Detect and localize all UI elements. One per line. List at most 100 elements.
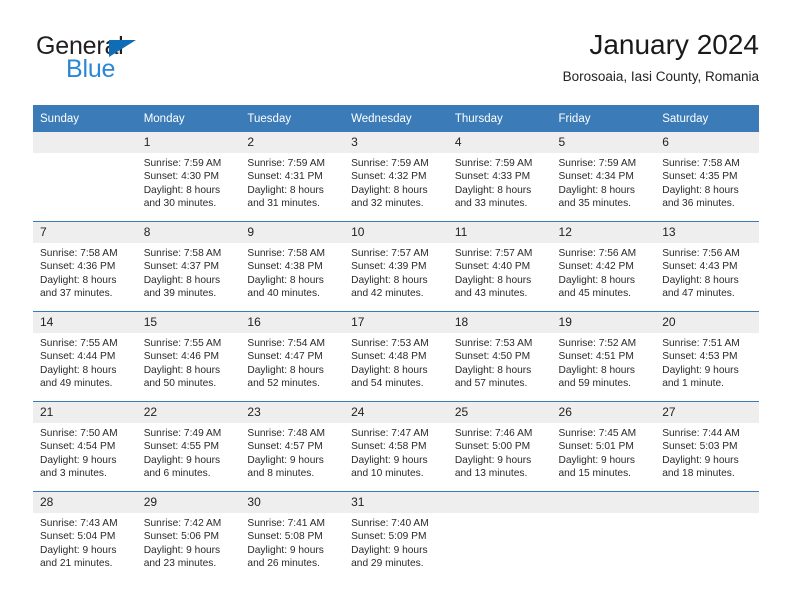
daylight-text: Daylight: 9 hours and 21 minutes. [40,544,117,570]
day-number: 1 [136,132,241,153]
calendar-day-cell[interactable]: 11 Sunrise: 7:57 AM Sunset: 4:40 PM Dayligh… [447,221,552,312]
calendar-day-cell[interactable]: 17 Sunrise: 7:53 AM Sunset: 4:48 PM Dayligh… [344,311,448,402]
daylight-text: Daylight: 8 hours and 47 minutes. [662,274,739,300]
sunrise-text: Sunrise: 7:48 AM [247,428,325,439]
calendar-day-cell[interactable]: 22 Sunrise: 7:49 AM Sunset: 4:55 PM Dayligh… [136,401,241,492]
daylight-text: Daylight: 8 hours and 39 minutes. [143,274,221,300]
sunset-text: Sunset: 5:06 PM [143,531,220,543]
calendar-day-cell[interactable]: 27 Sunrise: 7:44 AM Sunset: 5:03 PM Dayligh… [655,401,759,492]
calendar-day-cell[interactable]: 2 Sunrise: 7:59 AM Sunset: 4:31 PM Daylight… [240,132,345,222]
calendar-day-cell[interactable]: 12 Sunrise: 7:56 AM Sunset: 4:42 PM Dayligh… [551,221,656,312]
sunrise-text: Sunrise: 7:51 AM [662,338,740,349]
day-details: Sunrise: 7:58 AM Sunset: 4:35 PM Daylight:… [655,153,759,211]
sunset-text: Sunset: 4:42 PM [558,261,634,273]
day-details: Sunrise: 7:53 AM Sunset: 4:50 PM Daylight:… [448,333,552,391]
calendar-day-cell[interactable]: 28 Sunrise: 7:43 AM Sunset: 5:04 PM Dayligh… [33,491,137,581]
day-number: 8 [136,222,241,243]
calendar-day-cell[interactable]: 30 Sunrise: 7:41 AM Sunset: 5:08 PM Dayligh… [240,491,345,581]
calendar-day-cell[interactable]: 14 Sunrise: 7:55 AM Sunset: 4:44 PM Dayligh… [33,311,137,402]
daylight-text: Daylight: 9 hours and 3 minutes. [40,454,117,480]
weekday-saturday: Saturday [655,105,759,132]
calendar-day-cell[interactable]: 7 Sunrise: 7:58 AM Sunset: 4:36 PM Daylight… [33,221,137,312]
calendar-day-cell[interactable]: 16 Sunrise: 7:54 AM Sunset: 4:47 PM Dayligh… [240,311,345,402]
day-number: 6 [655,132,759,153]
calendar-day-cell[interactable]: 20 Sunrise: 7:51 AM Sunset: 4:53 PM Dayligh… [655,311,759,402]
calendar-day-cell[interactable]: 5 Sunrise: 7:59 AM Sunset: 4:34 PM Daylight… [551,132,656,222]
sunset-text: Sunset: 4:48 PM [351,351,427,363]
day-details: Sunrise: 7:46 AM Sunset: 5:00 PM Daylight:… [448,423,552,481]
day-number: 7 [33,222,137,243]
calendar-body: 1 Sunrise: 7:59 AM Sunset: 4:30 PM Daylight… [33,132,759,581]
sunrise-text: Sunrise: 7:42 AM [143,518,222,529]
day-number [447,492,552,513]
day-details: Sunrise: 7:58 AM Sunset: 4:37 PM Daylight:… [137,243,241,301]
calendar-day-cell[interactable]: 1 Sunrise: 7:59 AM Sunset: 4:30 PM Daylight… [136,132,241,222]
sunrise-text: Sunrise: 7:45 AM [558,428,637,439]
daylight-text: Daylight: 8 hours and 40 minutes. [247,274,324,300]
sunrise-text: Sunrise: 7:53 AM [351,338,429,349]
sunrise-text: Sunrise: 7:41 AM [247,518,325,529]
calendar-day-cell[interactable]: 25 Sunrise: 7:46 AM Sunset: 5:00 PM Dayligh… [447,401,552,492]
calendar-day-cell[interactable]: 10 Sunrise: 7:57 AM Sunset: 4:39 PM Dayligh… [344,221,448,312]
sunrise-text: Sunrise: 7:55 AM [143,338,222,349]
sunrise-text: Sunrise: 7:58 AM [143,248,222,259]
day-number [551,492,656,513]
daylight-text: Daylight: 8 hours and 57 minutes. [454,364,532,390]
calendar-day-cell[interactable]: 24 Sunrise: 7:47 AM Sunset: 4:58 PM Dayligh… [344,401,448,492]
daylight-text: Daylight: 9 hours and 26 minutes. [247,544,324,570]
sunset-text: Sunset: 5:09 PM [351,531,427,543]
day-number: 14 [33,312,137,333]
daylight-text: Daylight: 8 hours and 50 minutes. [143,364,221,390]
sunrise-text: Sunrise: 7:58 AM [40,248,118,259]
calendar-day-cell[interactable]: 9 Sunrise: 7:58 AM Sunset: 4:38 PM Daylight… [240,221,345,312]
calendar-day-cell[interactable]: 3 Sunrise: 7:59 AM Sunset: 4:32 PM Daylight… [344,132,448,222]
day-details: Sunrise: 7:56 AM Sunset: 4:42 PM Daylight:… [552,243,656,301]
sunset-text: Sunset: 5:03 PM [662,441,738,453]
calendar-day-cell[interactable]: 18 Sunrise: 7:53 AM Sunset: 4:50 PM Dayligh… [447,311,552,402]
calendar-day-cell-empty [551,491,656,581]
sunset-text: Sunset: 4:57 PM [247,441,323,453]
calendar-day-cell[interactable]: 19 Sunrise: 7:52 AM Sunset: 4:51 PM Dayligh… [551,311,656,402]
weekday-header: Sunday Monday Tuesday Wednesday Thursday… [33,105,759,132]
calendar-day-cell-empty [655,491,759,581]
day-details: Sunrise: 7:53 AM Sunset: 4:48 PM Daylight:… [344,333,448,391]
calendar-day-cell[interactable]: 23 Sunrise: 7:48 AM Sunset: 4:57 PM Dayligh… [240,401,345,492]
day-details: Sunrise: 7:59 AM Sunset: 4:33 PM Daylight:… [448,153,552,211]
daylight-text: Daylight: 9 hours and 15 minutes. [558,454,635,480]
daylight-text: Daylight: 9 hours and 23 minutes. [143,544,221,570]
calendar-day-cell[interactable]: 31 Sunrise: 7:40 AM Sunset: 5:09 PM Dayligh… [344,491,448,581]
daylight-text: Daylight: 8 hours and 42 minutes. [351,274,428,300]
sunrise-text: Sunrise: 7:57 AM [454,248,533,259]
sunrise-text: Sunrise: 7:56 AM [662,248,740,259]
day-number: 22 [136,402,241,423]
calendar-week-row: 21 Sunrise: 7:50 AM Sunset: 4:54 PM Dayligh… [33,401,759,492]
calendar-day-cell[interactable]: 21 Sunrise: 7:50 AM Sunset: 4:54 PM Dayligh… [33,401,137,492]
calendar-day-cell[interactable]: 6 Sunrise: 7:58 AM Sunset: 4:35 PM Daylight… [655,132,759,222]
daylight-text: Daylight: 8 hours and 54 minutes. [351,364,428,390]
day-number: 15 [136,312,241,333]
day-details: Sunrise: 7:58 AM Sunset: 4:38 PM Daylight:… [240,243,344,301]
daylight-text: Daylight: 8 hours and 37 minutes. [40,274,117,300]
sunrise-text: Sunrise: 7:47 AM [351,428,429,439]
calendar-day-cell[interactable]: 26 Sunrise: 7:45 AM Sunset: 5:01 PM Dayligh… [551,401,656,492]
daylight-text: Daylight: 8 hours and 43 minutes. [454,274,532,300]
day-details: Sunrise: 7:58 AM Sunset: 4:36 PM Daylight:… [33,243,137,301]
calendar-day-cell[interactable]: 4 Sunrise: 7:59 AM Sunset: 4:33 PM Daylight… [447,132,552,222]
calendar-day-cell[interactable]: 8 Sunrise: 7:58 AM Sunset: 4:37 PM Daylight… [136,221,241,312]
sunrise-text: Sunrise: 7:59 AM [351,158,429,169]
calendar-day-cell[interactable]: 15 Sunrise: 7:55 AM Sunset: 4:46 PM Dayligh… [136,311,241,402]
sunset-text: Sunset: 4:33 PM [454,171,531,183]
sunrise-text: Sunrise: 7:57 AM [351,248,429,259]
day-details: Sunrise: 7:47 AM Sunset: 4:58 PM Daylight:… [344,423,448,481]
daylight-text: Daylight: 8 hours and 30 minutes. [143,184,221,210]
sunset-text: Sunset: 4:46 PM [143,351,220,363]
page-subtitle: Borosoaia, Iasi County, Romania [562,69,759,84]
day-number: 3 [344,132,448,153]
sunrise-text: Sunrise: 7:58 AM [247,248,325,259]
general-blue-logo: General Blue [36,33,256,89]
calendar-day-cell[interactable]: 29 Sunrise: 7:42 AM Sunset: 5:06 PM Dayligh… [136,491,241,581]
calendar-day-cell[interactable]: 13 Sunrise: 7:56 AM Sunset: 4:43 PM Dayligh… [655,221,759,312]
page-title: January 2024 [589,29,759,60]
daylight-text: Daylight: 8 hours and 33 minutes. [454,184,532,210]
sunset-text: Sunset: 5:04 PM [40,531,116,543]
